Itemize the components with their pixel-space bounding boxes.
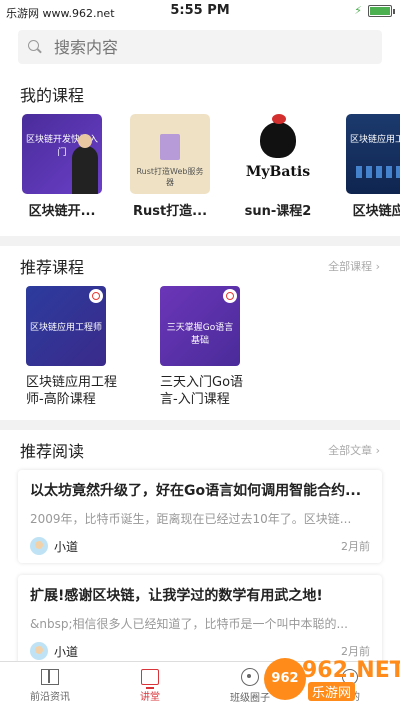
my-course-item[interactable]: 区块链应用工程师 区块链应... — [338, 114, 400, 236]
news-icon — [41, 669, 59, 685]
article-summary: 2009年，比特币诞生，距离现在已经过去10年了。区块链... — [30, 512, 352, 526]
all-courses-link[interactable]: 全部课程 › — [328, 258, 380, 274]
course-name: Rust打造... — [132, 204, 208, 219]
classroom-icon — [141, 669, 159, 689]
avatar — [30, 642, 48, 660]
tab-label: 前沿资讯 — [30, 692, 70, 703]
article-card[interactable]: 扩展!感谢区块链，让我学过的数学有用武之地! &nbsp;相信很多人已经知道了，… — [18, 575, 382, 668]
my-courses-title: 我的课程 — [20, 86, 85, 105]
charging-icon: ⚡ — [354, 4, 362, 17]
my-course-item[interactable]: MyBatis sun-课程2 — [230, 114, 326, 236]
course-name: sun-课程2 — [244, 204, 312, 219]
blockchain-graphic — [356, 166, 400, 178]
course-thumbnail: 区块链应用工程师 — [346, 114, 400, 194]
book-icon — [160, 134, 180, 160]
article-card[interactable]: 以太坊竟然升级了，好在Go语言如何调用智能合约... 2009年，比特币诞生，距… — [18, 470, 382, 563]
my-course-item[interactable]: 区块链开发快速入门 区块链开... — [14, 114, 110, 236]
article-title: 以太坊竟然升级了，好在Go语言如何调用智能合约... — [30, 483, 362, 499]
course-name: 区块链应... — [352, 204, 400, 219]
article-time: 2月前 — [341, 540, 370, 553]
course-thumbnail: 区块链开发快速入门 — [22, 114, 102, 194]
search-bar[interactable] — [18, 30, 382, 64]
course-name: 三天入门Go语言-入门课程 — [160, 375, 244, 407]
course-name: 区块链开... — [28, 204, 96, 219]
circle-icon — [241, 668, 259, 686]
course-thumbnail: MyBatis — [238, 114, 318, 194]
article-title: 扩展!感谢区块链，让我学过的数学有用武之地! — [30, 588, 323, 604]
mybatis-bird-logo — [260, 114, 296, 158]
course-thumbnail: Rust打造Web服务器 — [130, 114, 210, 194]
author-name: 小道 — [54, 644, 79, 659]
search-icon — [28, 40, 42, 54]
all-articles-link[interactable]: 全部文章 › — [328, 442, 380, 458]
search-input[interactable] — [52, 36, 336, 58]
recommended-course-item[interactable]: 区块链应用工程师 区块链应用工程师-高阶课程 — [26, 286, 146, 408]
recommended-courses-section: 推荐课程 全部课程 › 区块链应用工程师 区块链应用工程师-高阶课程 三天掌握G… — [0, 246, 400, 420]
my-courses-section: 我的课程 区块链开发快速入门 区块链开... Rust打造Web服务器 Rust… — [0, 74, 400, 236]
avatar — [30, 537, 48, 555]
recommended-course-item[interactable]: 三天掌握Go语言基础 三天入门Go语言-入门课程 — [160, 286, 280, 408]
article-summary: &nbsp;相信很多人已经知道了，比特币是一个叫中本聪的... — [30, 617, 348, 631]
lecturer-image — [72, 134, 98, 194]
tab-classroom[interactable]: 讲堂 — [100, 662, 200, 710]
recommended-reading-title: 推荐阅读 — [20, 442, 85, 461]
recommended-courses-title: 推荐课程 — [20, 258, 85, 277]
watermark-logo: 962 962.NET 乐游网 — [264, 658, 400, 701]
course-thumbnail: 三天掌握Go语言基础 — [160, 286, 240, 366]
search-area — [0, 24, 400, 74]
my-course-item[interactable]: Rust打造Web服务器 Rust打造... — [122, 114, 218, 236]
status-time: 5:55 PM — [170, 3, 230, 18]
link-badge-icon — [89, 289, 103, 303]
recommended-courses-list: 区块链应用工程师 区块链应用工程师-高阶课程 三天掌握Go语言基础 三天入门Go… — [0, 286, 400, 420]
link-badge-icon — [223, 289, 237, 303]
article-time: 2月前 — [341, 645, 370, 658]
status-bar: 乐游网 www.962.net 5:55 PM ⚡ — [0, 0, 400, 24]
battery-icon — [368, 5, 395, 17]
author-name: 小道 — [54, 539, 79, 554]
my-courses-list: 区块链开发快速入门 区块链开... Rust打造Web服务器 Rust打造...… — [0, 114, 400, 236]
course-name: 区块链应用工程师-高阶课程 — [26, 375, 118, 407]
tab-label: 讲堂 — [140, 692, 160, 703]
tab-news[interactable]: 前沿资讯 — [0, 662, 100, 710]
course-thumbnail: 区块链应用工程师 — [26, 286, 106, 366]
